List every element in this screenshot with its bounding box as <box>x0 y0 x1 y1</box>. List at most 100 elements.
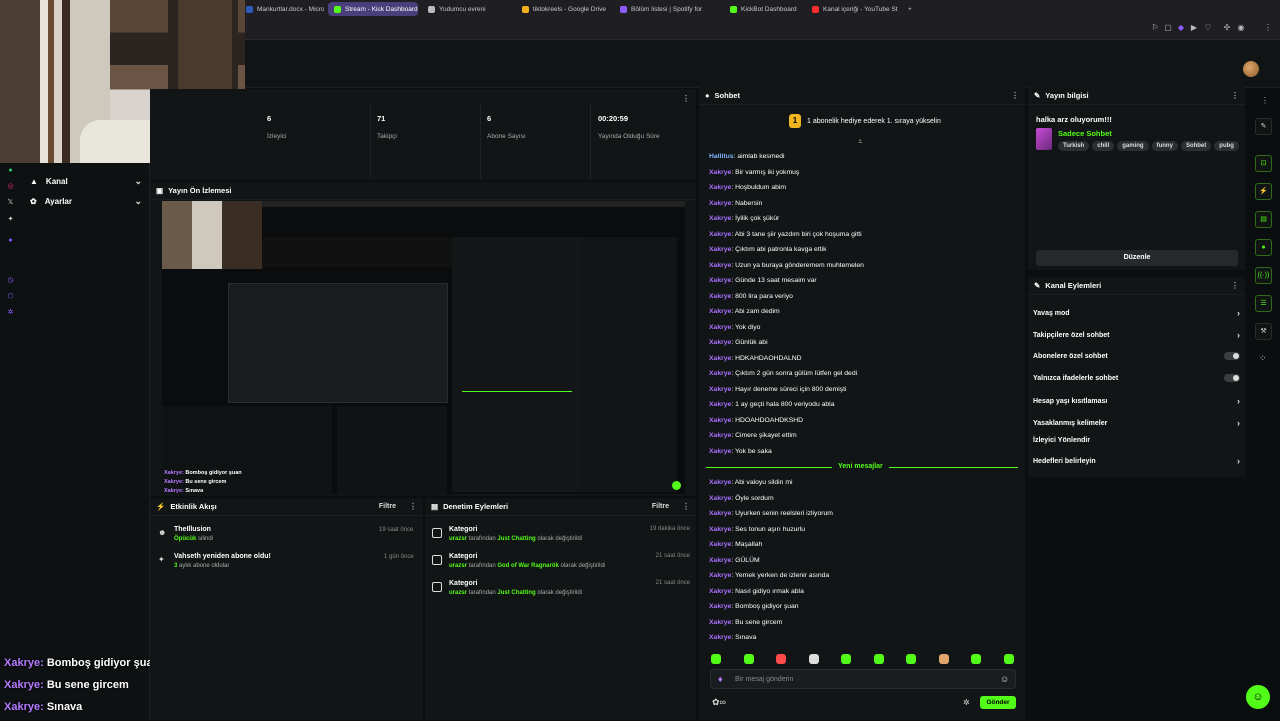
puzzle-icon[interactable]: ✣ <box>1222 23 1232 33</box>
chat-message[interactable]: Xakrye: Günde 13 saat mesaim var <box>709 277 817 284</box>
emote-icon[interactable] <box>971 654 981 664</box>
chat-username[interactable]: Xakrye <box>709 634 731 641</box>
emote-icon[interactable] <box>808 654 819 664</box>
edit-button[interactable]: Düzenle <box>1036 250 1238 266</box>
browser-tab[interactable]: Yudumcu evreni <box>422 2 510 16</box>
chat-message[interactable]: Xakrye: Abi 3 tane şiir yazdım biri çok … <box>709 231 862 238</box>
chevron-down-icon[interactable]: ⩡ <box>858 137 863 147</box>
chat-username[interactable]: Xakrye <box>709 200 731 207</box>
chat-username[interactable]: Xakrye <box>709 293 731 300</box>
browser-tab[interactable]: KickBot Dashboard <box>724 2 800 16</box>
chat-username[interactable]: Xakrye <box>709 231 731 238</box>
chat-message[interactable]: Xakrye: GÜLÜM <box>709 557 760 564</box>
chat-message[interactable]: Xakrye: Sınava <box>709 634 756 641</box>
browser-tab[interactable]: Kanal içeriği - YouTube St <box>806 2 904 16</box>
help-button[interactable]: ☺ <box>1246 685 1270 709</box>
chat-username[interactable]: Xakrye <box>709 262 731 269</box>
emote-icon[interactable] <box>776 654 786 664</box>
microphone-icon[interactable]: ♦ <box>718 674 723 684</box>
emote-icon[interactable] <box>938 654 949 664</box>
toggle-switch[interactable] <box>1224 374 1240 382</box>
signal-icon[interactable]: ((·)) <box>1255 267 1272 284</box>
chat-message[interactable]: Xakrye: İyilik çok şükür <box>709 215 779 222</box>
channel-action-item[interactable]: Hesap yaşı kısıtlaması › <box>1033 396 1240 406</box>
chat-username[interactable]: Xakrye <box>709 510 731 517</box>
chat-username[interactable]: Xakrye <box>709 308 731 315</box>
chat-message[interactable]: Xakrye: Yok be saka <box>709 448 772 455</box>
chat-message[interactable]: Xakrye: 1 ay geçti hala 800 veriyodu abl… <box>709 401 834 408</box>
emote-icon[interactable] <box>743 654 754 664</box>
shield-icon[interactable]: ◆ <box>1176 23 1186 33</box>
bot-icon[interactable]: ✿∞ <box>712 697 726 708</box>
chat-username[interactable]: Xakrye <box>709 541 731 548</box>
chat-message[interactable]: Xakrye: Bir varmış iki yokmuş <box>709 169 799 176</box>
chat-username[interactable]: Xakrye <box>709 246 731 253</box>
chat-message[interactable]: Xakrye: Abi valoyu sildin mi <box>709 479 793 486</box>
chat-bubble-icon[interactable]: ● <box>1255 239 1272 256</box>
more-icon[interactable]: ⋮ <box>682 94 690 103</box>
whatsapp-icon[interactable]: ● <box>6 166 15 175</box>
more-icon[interactable]: ⋮ <box>1263 23 1273 33</box>
chat-message[interactable]: Xakrye: HDKAHDAOHDALND <box>709 355 802 362</box>
emote-icon[interactable] <box>1003 654 1014 664</box>
emote-icon[interactable] <box>711 654 721 664</box>
chat-username[interactable]: Xakrye <box>709 184 731 191</box>
more-icon[interactable]: ⋮ <box>682 502 690 511</box>
chat-message[interactable]: Xakrye: Uyurken senin reelsleri izliyoru… <box>709 510 833 517</box>
toggle-switch[interactable] <box>1224 352 1240 360</box>
focus-icon[interactable]: ⊡ <box>1255 155 1272 172</box>
more-icon[interactable]: ⋮ <box>1011 91 1019 100</box>
chat-username[interactable]: Xakrye <box>709 169 731 176</box>
more-icon[interactable]: ⋮ <box>1261 96 1269 105</box>
chat-message[interactable]: Xakrye: 800 lira para veriyo <box>709 293 793 300</box>
channel-action-item[interactable]: Takipçilere özel sohbet › <box>1033 330 1240 340</box>
channel-action-item[interactable]: Yavaş mod › <box>1033 308 1240 318</box>
chat-message[interactable]: Xakrye: Maşallah <box>709 541 762 548</box>
browser-tab[interactable]: Stream - Kick Dashboard <box>328 2 418 16</box>
chat-message[interactable]: Hallitus: aimlab kesmedi <box>709 153 785 160</box>
chat-message[interactable]: Xakrye: Hayır deneme süreci için 800 dem… <box>709 386 847 393</box>
chat-username[interactable]: Xakrye <box>709 277 731 284</box>
more-icon[interactable]: ⋮ <box>1231 91 1239 100</box>
new-tab-button[interactable]: + <box>902 2 916 16</box>
emote-icon[interactable] <box>873 654 884 664</box>
chat-username[interactable]: Xakrye <box>709 603 731 610</box>
chat-message[interactable]: Xakrye: Çıktım 2 gün sonra gülüm lütfen … <box>709 370 857 377</box>
chat-username[interactable]: Xakrye <box>709 588 731 595</box>
chat-username[interactable]: Xakrye <box>709 324 731 331</box>
send-button[interactable]: Gönder <box>980 696 1016 709</box>
bookmark-icon[interactable]: ⚐ <box>1150 23 1160 33</box>
sidebar-item-ayarlar[interactable]: ✿ Ayarlar ⌄ <box>30 196 142 207</box>
channel-action-item[interactable]: İzleyici Yönlendir <box>1033 437 1240 444</box>
emote-icon[interactable] <box>841 654 851 664</box>
clock-icon[interactable]: ◷ <box>6 276 15 285</box>
chat-message[interactable]: Xakrye: HDOAHDOAHDKSHD <box>709 417 803 424</box>
list-icon[interactable]: ☰ <box>1255 295 1272 312</box>
browser-tab[interactable]: Mankurtlar.docx - Micro <box>240 2 324 16</box>
chat-username[interactable]: Xakrye <box>709 448 731 455</box>
channel-action-item[interactable]: Yalnızca ifadelerle sohbet <box>1033 374 1240 382</box>
chat-message[interactable]: Xakrye: Abi zam dedim <box>709 308 780 315</box>
chat-username[interactable]: Xakrye <box>709 572 731 579</box>
more-icon[interactable]: ⋮ <box>1231 281 1239 290</box>
shield-icon[interactable]: ⬡ <box>6 292 15 301</box>
avatar[interactable] <box>1243 61 1259 77</box>
channel-action-item[interactable]: Yasaklanmış kelimeler › <box>1033 418 1240 428</box>
pencil-icon[interactable]: ✎ <box>1255 118 1272 135</box>
chat-username[interactable]: Xakrye <box>709 355 731 362</box>
channel-action-item[interactable]: Abonelere özel sohbet <box>1033 352 1240 360</box>
play-icon[interactable]: ▶ <box>1189 23 1199 33</box>
chat-message[interactable]: Xakrye: Hoşbuldum abim <box>709 184 786 191</box>
filter-button[interactable]: Filtre <box>652 503 669 510</box>
chat-message[interactable]: Xakrye: Yok diyo <box>709 324 760 331</box>
apps-icon[interactable]: ⁘ <box>1259 353 1267 364</box>
chat-message[interactable]: Xakrye: Ses tonun aşırı huzurlu <box>709 526 805 533</box>
chat-username[interactable]: Xakrye <box>709 495 731 502</box>
chat-message[interactable]: Xakrye: Öyle sordum <box>709 495 774 502</box>
chat-message[interactable]: Xakrye: Cimere şikayet ettim <box>709 432 797 439</box>
browser-tab[interactable]: tiktokreels - Google Drive <box>516 2 608 16</box>
chat-message[interactable]: Xakrye: Günlük abi <box>709 339 768 346</box>
emoji-icon[interactable]: ☺ <box>1000 674 1009 684</box>
sidebar-item-kanal[interactable]: ▲ Kanal ⌄ <box>30 176 142 187</box>
chat-message[interactable]: Xakrye: Bomboş gidiyor şuan <box>709 603 799 610</box>
